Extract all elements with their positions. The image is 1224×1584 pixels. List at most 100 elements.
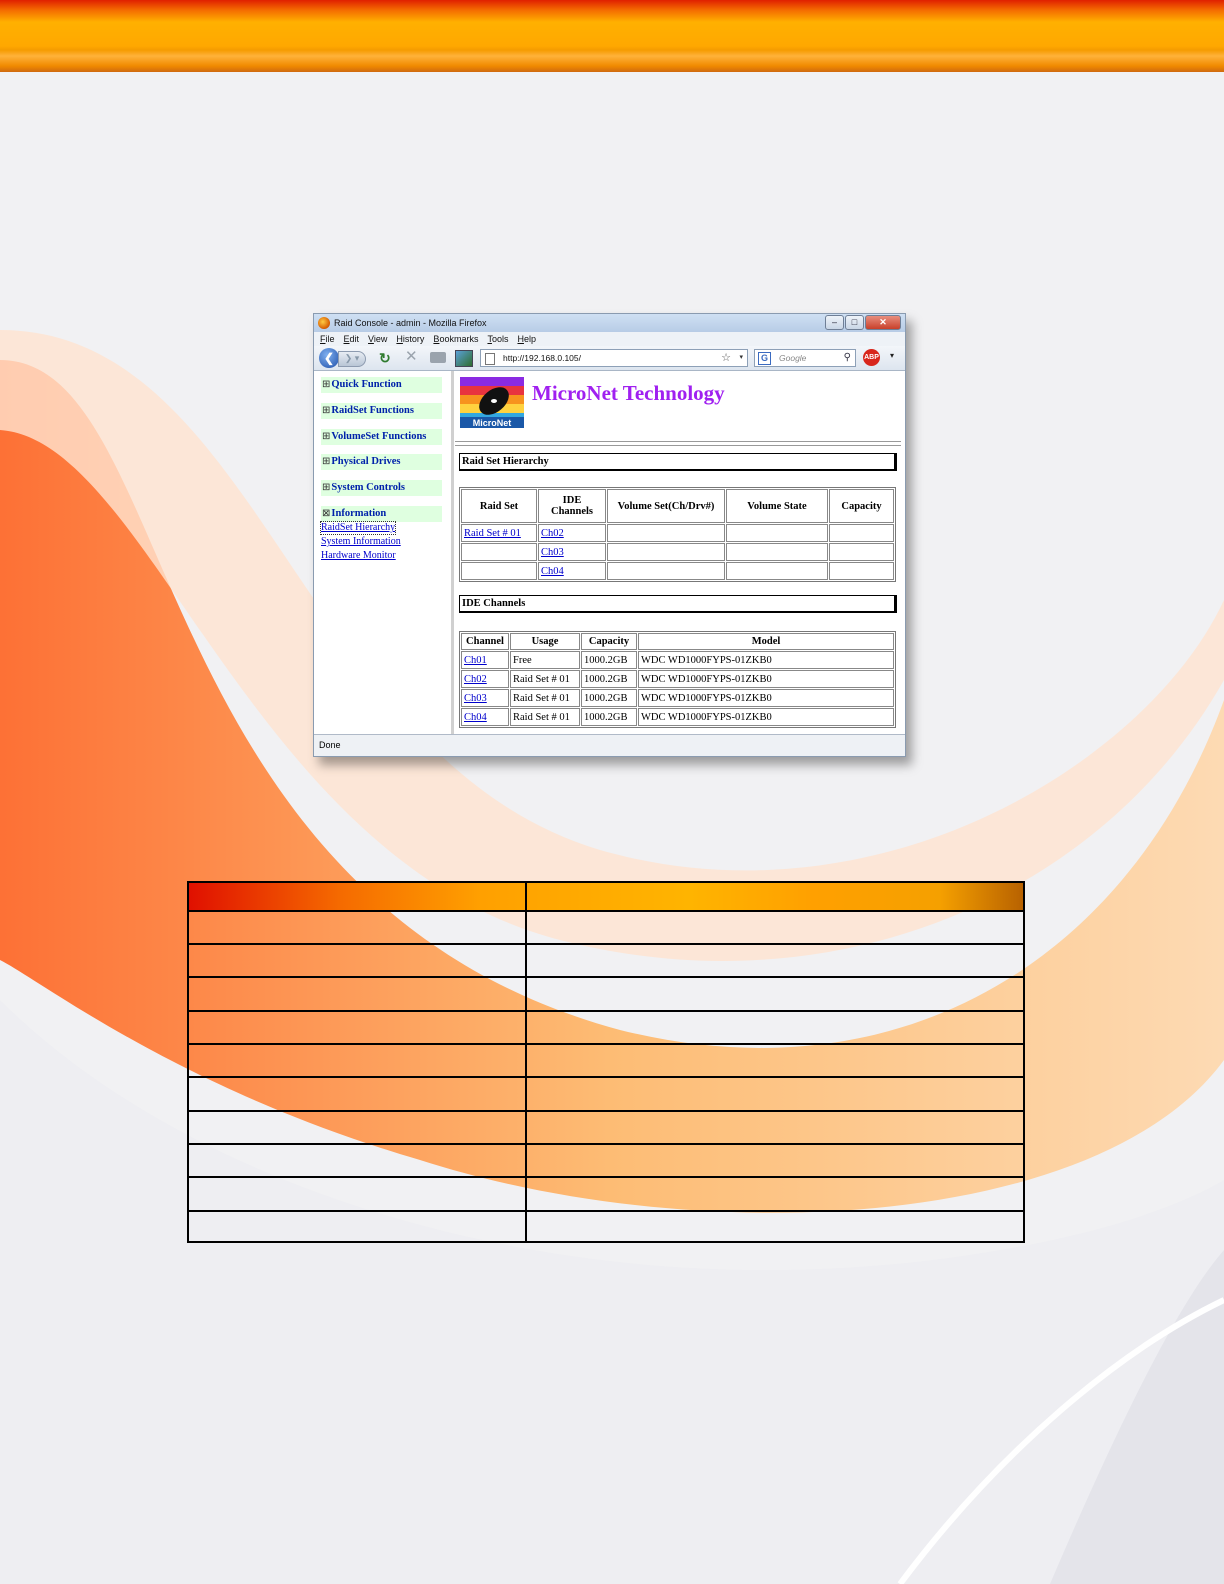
page-icon bbox=[485, 353, 495, 365]
main-panel: MicroNet MicroNet Technology Raid Set Hi… bbox=[455, 371, 901, 734]
menu-history[interactable]: History bbox=[396, 332, 424, 346]
table-cell bbox=[461, 543, 537, 561]
sidebar-item-quick-function[interactable]: ⊞Quick Function bbox=[321, 377, 442, 393]
plus-box-icon: ⊞ bbox=[322, 431, 331, 442]
channel-link[interactable]: Ch02 bbox=[541, 528, 564, 539]
search-icon[interactable]: ⚲ bbox=[844, 350, 851, 366]
close-button[interactable]: ✕ bbox=[865, 315, 901, 330]
sidebar-item-information[interactable]: ⊠Information bbox=[321, 506, 442, 522]
col-raid-set: Raid Set bbox=[461, 489, 537, 523]
menu-help[interactable]: Help bbox=[517, 332, 536, 346]
col-ide-channels: IDE Channels bbox=[538, 489, 606, 523]
link-hardware-monitor[interactable]: Hardware Monitor bbox=[321, 550, 396, 562]
channel-link[interactable]: Ch04 bbox=[541, 566, 564, 577]
divider bbox=[455, 441, 901, 446]
link-system-information[interactable]: System Information bbox=[321, 536, 401, 548]
row-divider bbox=[189, 1076, 1023, 1078]
sidebar-item-label: Information bbox=[331, 508, 387, 519]
table-cell bbox=[607, 543, 725, 561]
sidebar-item-physical-drives[interactable]: ⊞Physical Drives bbox=[321, 454, 442, 470]
raidset-link[interactable]: Raid Set # 01 bbox=[464, 528, 521, 539]
col-volume-set: Volume Set(Ch/Drv#) bbox=[607, 489, 725, 523]
sidebar-item-system-controls[interactable]: ⊞System Controls bbox=[321, 480, 442, 496]
section-ide-channels: IDE Channels bbox=[459, 595, 897, 613]
raidset-hierarchy-table: Raid Set IDE Channels Volume Set(Ch/Drv#… bbox=[459, 487, 896, 582]
title-bar: Raid Console - admin - Mozilla Firefox –… bbox=[314, 314, 905, 332]
row-divider bbox=[189, 943, 1023, 945]
ide-channels-table: Channel Usage Capacity Model Ch01 Free 1… bbox=[459, 631, 896, 728]
channel-link[interactable]: Ch02 bbox=[464, 674, 487, 685]
forward-arrow-icon[interactable]: ❯ ▾ bbox=[338, 351, 366, 367]
table-row: Ch01 Free 1000.2GB WDC WD1000FYPS-01ZKB0 bbox=[461, 651, 894, 669]
menu-bar: File Edit View History Bookmarks Tools H… bbox=[314, 332, 905, 346]
channel-link[interactable]: Ch03 bbox=[541, 547, 564, 558]
table-row: Ch04 Raid Set # 01 1000.2GB WDC WD1000FY… bbox=[461, 708, 894, 726]
table-header-row bbox=[189, 883, 1023, 912]
menu-edit[interactable]: Edit bbox=[344, 332, 360, 346]
url-dropdown-icon[interactable]: ▾ bbox=[739, 350, 743, 366]
table-cell bbox=[829, 524, 894, 542]
row-divider bbox=[189, 1210, 1023, 1212]
col-model: Model bbox=[638, 633, 894, 650]
channel-link[interactable]: Ch03 bbox=[464, 693, 487, 704]
plus-box-icon: ⊞ bbox=[322, 379, 331, 390]
reload-icon[interactable]: ↻ bbox=[379, 350, 391, 366]
maximize-button[interactable]: □ bbox=[845, 315, 864, 330]
url-text: http://192.168.0.105/ bbox=[503, 353, 581, 363]
table-row: Ch03 bbox=[461, 543, 894, 561]
sidebar-item-label: RaidSet Functions bbox=[331, 405, 414, 416]
browser-window: Raid Console - admin - Mozilla Firefox –… bbox=[313, 313, 906, 757]
logo-text: MicroNet bbox=[473, 418, 512, 428]
page-content: ⊞Quick Function ⊞RaidSet Functions ⊞Volu… bbox=[314, 371, 905, 734]
menu-bookmarks[interactable]: Bookmarks bbox=[433, 332, 478, 346]
back-arrow-icon[interactable]: ❮ bbox=[319, 348, 339, 368]
table-cell: WDC WD1000FYPS-01ZKB0 bbox=[638, 689, 894, 707]
image-icon[interactable] bbox=[455, 350, 473, 367]
chevron-down-icon[interactable]: ▾ bbox=[890, 351, 894, 360]
sidebar-item-volumeset-functions[interactable]: ⊞VolumeSet Functions bbox=[321, 429, 442, 445]
table-cell bbox=[726, 562, 828, 580]
table-row: Ch02 Raid Set # 01 1000.2GB WDC WD1000FY… bbox=[461, 670, 894, 688]
sidebar-item-raidset-functions[interactable]: ⊞RaidSet Functions bbox=[321, 403, 442, 419]
menu-tools[interactable]: Tools bbox=[487, 332, 508, 346]
adblock-icon[interactable]: ABP bbox=[863, 349, 880, 366]
print-icon[interactable] bbox=[430, 352, 446, 363]
url-bar[interactable]: http://192.168.0.105/ ☆ ▾ bbox=[480, 349, 748, 367]
table-cell bbox=[726, 524, 828, 542]
plus-box-icon: ⊞ bbox=[322, 456, 331, 467]
stop-icon[interactable]: ✕ bbox=[405, 349, 418, 365]
link-raidset-hierarchy[interactable]: RaidSet Hierarchy bbox=[319, 521, 397, 535]
menu-file[interactable]: File bbox=[320, 332, 335, 346]
table-cell: 1000.2GB bbox=[581, 689, 637, 707]
column-divider bbox=[525, 883, 527, 1241]
plus-box-icon: ⊞ bbox=[322, 482, 331, 493]
channel-link[interactable]: Ch01 bbox=[464, 655, 487, 666]
table-cell bbox=[607, 562, 725, 580]
table-cell bbox=[607, 524, 725, 542]
search-input[interactable]: G Google ⚲ bbox=[754, 349, 856, 367]
empty-table bbox=[187, 881, 1025, 1243]
col-usage: Usage bbox=[510, 633, 580, 650]
table-cell bbox=[829, 562, 894, 580]
bookmark-star-icon[interactable]: ☆ bbox=[721, 350, 731, 366]
table-cell: WDC WD1000FYPS-01ZKB0 bbox=[638, 651, 894, 669]
minus-box-icon: ⊠ bbox=[322, 508, 331, 519]
table-cell: 1000.2GB bbox=[581, 651, 637, 669]
row-divider bbox=[189, 1110, 1023, 1112]
table-cell: 1000.2GB bbox=[581, 670, 637, 688]
background-swoosh bbox=[0, 330, 1224, 1584]
col-channel: Channel bbox=[461, 633, 509, 650]
navigation-toolbar: ❮ ❯ ▾ ↻ ✕ http://192.168.0.105/ ☆ ▾ G Go… bbox=[314, 346, 905, 371]
table-cell bbox=[461, 562, 537, 580]
window-controls: – □ ✕ bbox=[825, 315, 901, 330]
col-capacity: Capacity bbox=[581, 633, 637, 650]
col-volume-state: Volume State bbox=[726, 489, 828, 523]
sidebar-item-label: Physical Drives bbox=[331, 456, 401, 467]
top-orange-band bbox=[0, 0, 1224, 72]
minimize-button[interactable]: – bbox=[825, 315, 844, 330]
brand-title: MicroNet Technology bbox=[532, 381, 725, 405]
search-engine-icon[interactable]: G bbox=[758, 352, 771, 365]
channel-link[interactable]: Ch04 bbox=[464, 712, 487, 723]
menu-view[interactable]: View bbox=[368, 332, 387, 346]
table-row: Ch04 bbox=[461, 562, 894, 580]
